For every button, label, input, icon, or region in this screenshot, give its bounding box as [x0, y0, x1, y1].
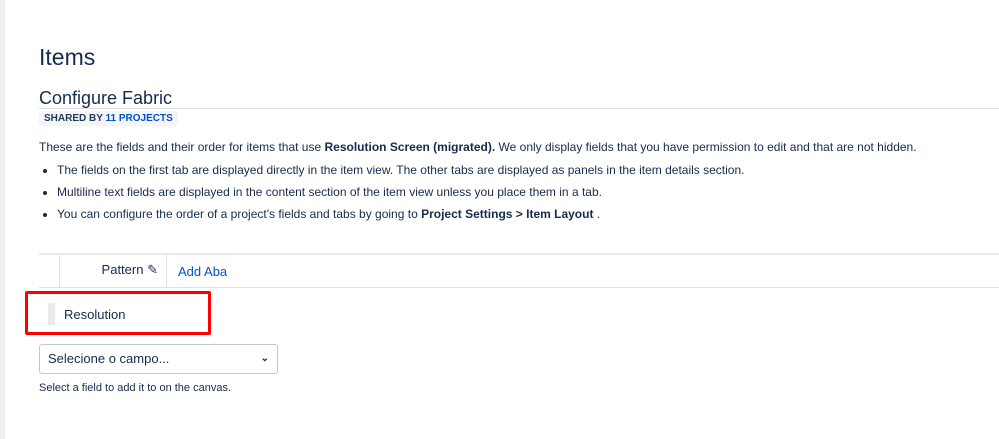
field-item[interactable]: Resolution [64, 307, 125, 322]
pencil-icon[interactable]: ✎ [147, 262, 158, 277]
page-title: Items [39, 44, 96, 70]
chevron-down-icon: ⌄ [260, 353, 269, 364]
list-item: Multiline text fields are displayed in t… [57, 184, 744, 200]
list-item: The fields on the first tab are displaye… [57, 162, 744, 178]
list-item: You can configure the order of a project… [57, 206, 744, 222]
left-sidebar-edge [0, 0, 5, 439]
badge-prefix: SHARED BY [44, 113, 103, 124]
b3-bold: Project Settings > Item Layout [421, 207, 594, 221]
tab-label: Pattern [101, 262, 144, 277]
b3-after: . [593, 207, 601, 221]
select-placeholder: Selecione o campo... [48, 351, 170, 366]
help-text: Select a field to add it to on the canva… [39, 382, 232, 394]
intro-after: We only display fields that you have per… [495, 140, 917, 154]
tab-pattern[interactable]: Pattern ✎ [59, 255, 167, 287]
screen-title: Configure Fabric [39, 88, 999, 109]
intro-text: These are the fields and their order for… [39, 140, 917, 154]
tab-bar: Pattern ✎ Add Aba [39, 253, 999, 288]
shared-by-badge: SHARED BY 11 PROJECTS [39, 111, 178, 126]
projects-link[interactable]: 11 PROJECTS [106, 113, 173, 124]
intro-bold: Resolution Screen (migrated). [324, 140, 496, 154]
add-tab-link[interactable]: Add Aba [178, 264, 227, 279]
info-list: The fields on the first tab are displaye… [39, 162, 744, 228]
intro-before: These are the fields and their order for… [39, 140, 325, 154]
drag-handle-icon[interactable] [48, 303, 55, 325]
b3-before: You can configure the order of a project… [57, 207, 422, 221]
field-select[interactable]: Selecione o campo... ⌄ [39, 344, 278, 374]
